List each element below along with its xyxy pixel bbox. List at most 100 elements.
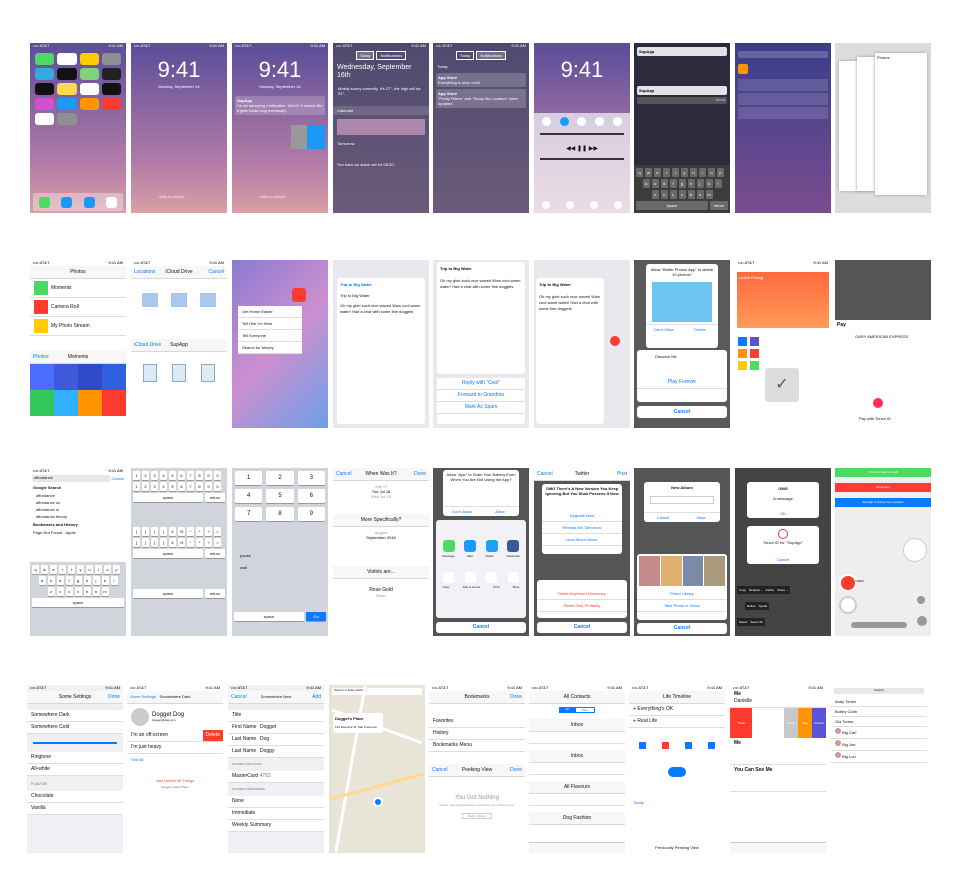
symbol-key[interactable]: # [169,527,176,536]
news-app-icon[interactable] [101,98,121,110]
delete-button[interactable]: Delete [682,325,718,335]
photo-library-button[interactable]: Photo Library [637,588,727,600]
reminder-none[interactable]: None [228,796,324,808]
brightness-slider[interactable] [540,133,624,135]
mark-spam-button[interactable]: Mark As Spam [437,402,525,414]
cancel-button[interactable]: Cancel [747,557,819,562]
cancel-button[interactable]: Cancel [637,623,727,634]
dial-key[interactable]: 2 [266,471,294,485]
maybe-button[interactable]: Maybe Button [462,813,492,819]
add-button[interactable]: Add [312,691,321,703]
bookmark-favorites[interactable]: Favorites [429,716,525,728]
letter-key[interactable]: u [690,168,697,177]
mail-icon[interactable] [83,196,95,208]
letter-key[interactable]: m [101,587,109,596]
number-key[interactable]: 7 [187,471,194,480]
contact-bobby[interactable]: Bobby Cobb [831,707,927,717]
back-button[interactable]: iCloud Drive [134,339,161,351]
shutter-button[interactable] [839,596,857,614]
done-button[interactable]: Done [414,468,426,480]
mail-row-you[interactable]: You Can See Me [730,765,826,792]
symbol-key[interactable]: ] [142,538,149,547]
star-icon[interactable] [685,742,692,749]
letter-key[interactable]: e [50,565,57,574]
delete-button[interactable]: Delete [202,730,223,741]
notification[interactable]: SupApp I'm an annoying notification. Get… [235,96,325,115]
cancel-button[interactable]: Cancel [637,406,727,418]
flashlight-icon[interactable] [542,201,550,209]
mail-card[interactable]: Trip to Big Water Trip to Big Water Oh m… [337,278,425,424]
photo-tile[interactable] [78,390,102,416]
list-item-heavy[interactable]: I'm just heavy [127,742,223,754]
space-key[interactable]: space [234,612,304,621]
number-key[interactable]: 1 [133,471,140,480]
list-item[interactable] [529,732,625,744]
back-button[interactable]: Some Settings [130,691,156,703]
photo-tile[interactable] [78,364,102,390]
cancel-button[interactable]: Cancel [336,468,352,480]
letter-key[interactable]: x [56,587,64,596]
letter-key[interactable]: g [678,179,686,188]
letter-key[interactable]: r [663,168,670,177]
letter-key[interactable]: n [696,190,704,199]
date-picker-1[interactable]: July 17 Tue Jul 18 Wed Jul 19 [333,481,429,514]
place-callout[interactable]: Dogget's Place 123 Example St, San Franc… [333,713,383,733]
color-picker[interactable]: Rose Gold Silver [333,579,429,598]
document-icon[interactable] [171,364,186,382]
more-button[interactable]: More [784,708,798,738]
app-icon[interactable] [292,288,306,302]
reset-profanity-button[interactable]: Reset Only Profanity [537,600,627,612]
photo-thumb[interactable] [704,556,725,586]
symbol-key[interactable]: % [178,538,185,547]
flag-button[interactable]: Flag [798,708,812,738]
segment-new[interactable]: New [574,707,595,713]
number-key[interactable]: 4 [160,482,167,491]
dial-key[interactable]: 9 [297,507,325,521]
letter-key[interactable]: f [669,179,677,188]
date-picker-2[interactable]: August September 2016 [333,527,429,566]
weather-app-icon[interactable] [35,68,55,80]
select-all-menu-item[interactable]: Select All [750,620,762,624]
prev-icon[interactable]: ◀◀ [566,146,575,152]
phone-icon[interactable] [38,196,50,208]
letter-key[interactable]: x [660,190,668,199]
contact-big-carl[interactable]: Big Carl [831,727,927,739]
play-icon[interactable] [917,616,927,626]
camera-app-icon[interactable] [101,53,121,65]
return-key[interactable]: return [205,549,225,558]
notes-app-icon[interactable] [57,83,77,95]
swatch-green[interactable] [750,361,759,370]
post-button[interactable]: Post [617,468,627,480]
forward-grandma-button[interactable]: Forward to Grandma [437,390,525,402]
flavor-chocolate[interactable]: Chocolate [27,791,123,803]
number-key[interactable]: 2 [142,482,149,491]
suggestion[interactable]: affordance ui [30,506,126,513]
letter-key[interactable]: m [705,190,713,199]
letter-key[interactable]: z [651,190,659,199]
facebook-share-icon[interactable] [507,540,520,552]
result-item[interactable] [738,107,828,119]
action-search-money[interactable]: Search for Money [238,342,302,354]
letter-key[interactable]: a [642,179,650,188]
define-menu-item[interactable]: Define [747,604,756,608]
number-key[interactable]: 9 [205,482,212,491]
cancel-button[interactable]: Cancel [110,476,124,481]
orange-app-icon[interactable] [738,64,748,74]
letter-key[interactable]: n [92,587,100,596]
letter-key[interactable]: q [32,565,39,574]
symbol-key[interactable]: ^ [187,538,194,547]
space-key[interactable]: space [133,589,203,598]
stocks-app-icon[interactable] [101,83,121,95]
suggestion[interactable]: affordance theory [30,513,126,520]
done-button[interactable]: Done [108,691,120,703]
message-share-icon[interactable] [442,540,455,552]
letter-key[interactable]: s [651,179,659,188]
action-tell-everyone[interactable]: Tell Everyone [238,330,302,342]
letter-key[interactable]: g [74,576,82,585]
symbol-key[interactable]: ^ [187,527,194,536]
timeline-ok[interactable]: ● Everything's OK [629,704,725,716]
calendar-app-icon[interactable] [57,53,77,65]
lock-rotation-icon[interactable] [612,117,622,126]
wait-key[interactable]: wait [240,564,247,571]
dial-key[interactable]: 3 [297,471,325,485]
